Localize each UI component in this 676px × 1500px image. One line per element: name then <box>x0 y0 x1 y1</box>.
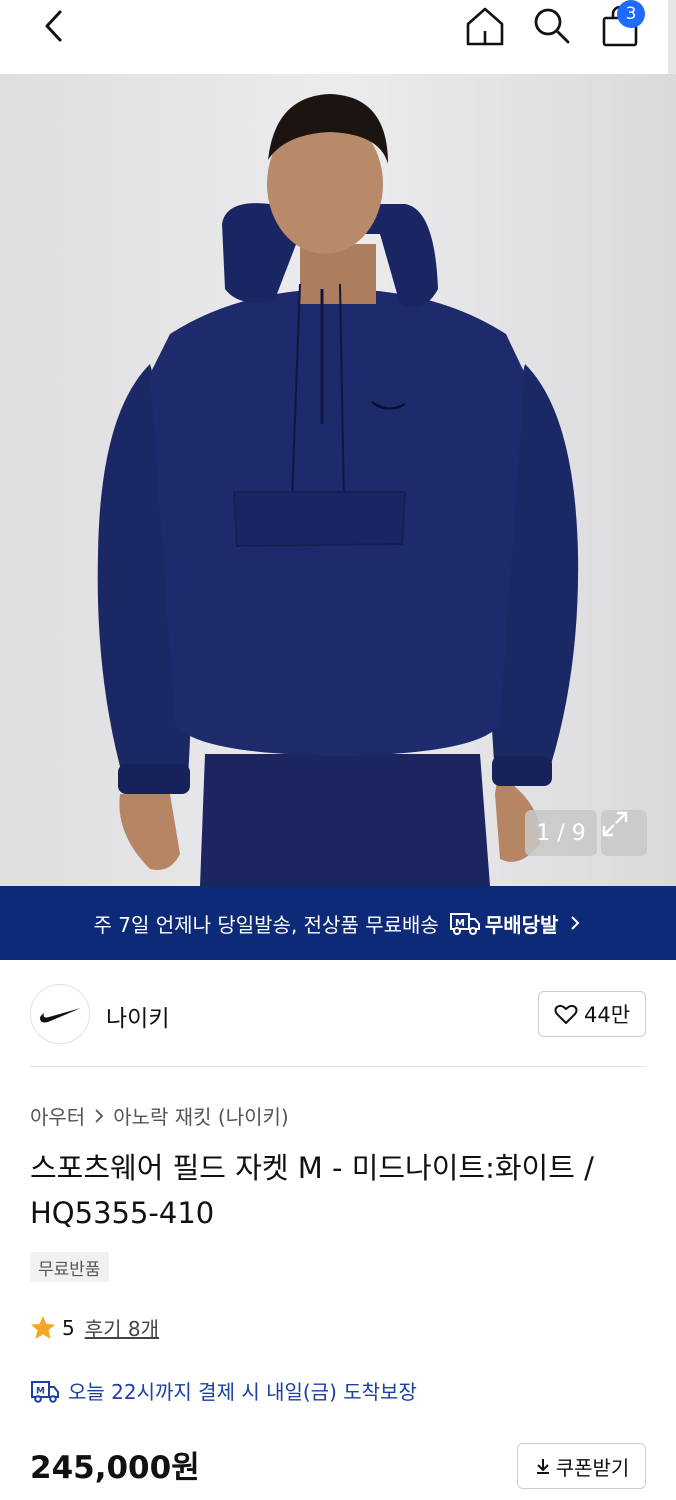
search-icon <box>534 8 570 44</box>
brand-logo[interactable] <box>30 984 90 1044</box>
product-image-gallery[interactable]: 1 / 9 <box>0 74 676 886</box>
breadcrumb: 아우터 아노락 재킷 (나이키) <box>30 1101 289 1130</box>
delivery-guarantee: M 오늘 22시까지 결제 시 내일(금) 도착보장 <box>30 1376 417 1405</box>
product-photo <box>0 74 676 886</box>
shipping-banner-text: 주 7일 언제나 당일발송, 전상품 무료배송 <box>93 912 439 937</box>
delivery-truck-icon: M <box>31 1380 59 1403</box>
delivery-truck-icon: M <box>449 913 480 935</box>
breadcrumb-item-anorak[interactable]: 아노락 재킷 (나이키) <box>113 1101 289 1130</box>
reviews-link[interactable]: 후기 8개 <box>85 1313 159 1342</box>
home-button[interactable] <box>460 0 510 52</box>
coupon-label: 쿠폰받기 <box>555 1455 630 1480</box>
expand-icon <box>602 811 628 837</box>
nike-swoosh-icon <box>40 1008 81 1023</box>
shipping-banner-brand: M 무배당발 <box>449 909 559 938</box>
shipping-banner-brand-label: 무배당발 <box>484 912 559 937</box>
scrollbar[interactable] <box>668 0 676 74</box>
breadcrumb-item-outer[interactable]: 아우터 <box>30 1101 85 1130</box>
back-button[interactable] <box>30 0 78 52</box>
coupon-button[interactable]: 쿠폰받기 <box>517 1443 646 1489</box>
chevron-right-icon <box>571 916 580 930</box>
download-icon <box>536 1459 549 1474</box>
like-count: 44만 <box>583 1003 631 1027</box>
divider <box>30 1066 646 1067</box>
delivery-text: 오늘 22시까지 결제 시 내일(금) 도착보장 <box>68 1380 417 1404</box>
top-nav-bar: 3 <box>0 0 676 74</box>
brand-name[interactable]: 나이키 <box>106 999 169 1033</box>
heart-icon <box>554 1004 578 1024</box>
rating-score: 5 <box>62 1315 75 1340</box>
rating: 5 후기 8개 <box>30 1313 159 1342</box>
like-button[interactable]: 44만 <box>538 991 646 1037</box>
expand-image-button[interactable] <box>601 810 647 856</box>
svg-text:M: M <box>36 1386 45 1396</box>
cart-count-badge: 3 <box>617 0 645 28</box>
svg-text:M: M <box>455 918 465 929</box>
free-return-badge: 무료반품 <box>30 1252 109 1282</box>
image-counter: 1 / 9 <box>525 810 597 856</box>
product-price: 245,000원 <box>30 1450 200 1486</box>
home-icon <box>466 7 504 46</box>
shipping-banner[interactable]: 주 7일 언제나 당일발송, 전상품 무료배송 M 무배당발 <box>0 886 676 960</box>
search-button[interactable] <box>527 0 577 52</box>
product-title: 스포츠웨어 필드 자켓 M - 미드나이트:화이트 / HQ5355-410 <box>30 1151 594 1230</box>
star-icon <box>31 1315 55 1339</box>
brand-row: 나이키 44만 <box>30 983 646 1045</box>
chevron-right-icon <box>95 1108 104 1123</box>
chevron-left-icon <box>45 10 62 42</box>
